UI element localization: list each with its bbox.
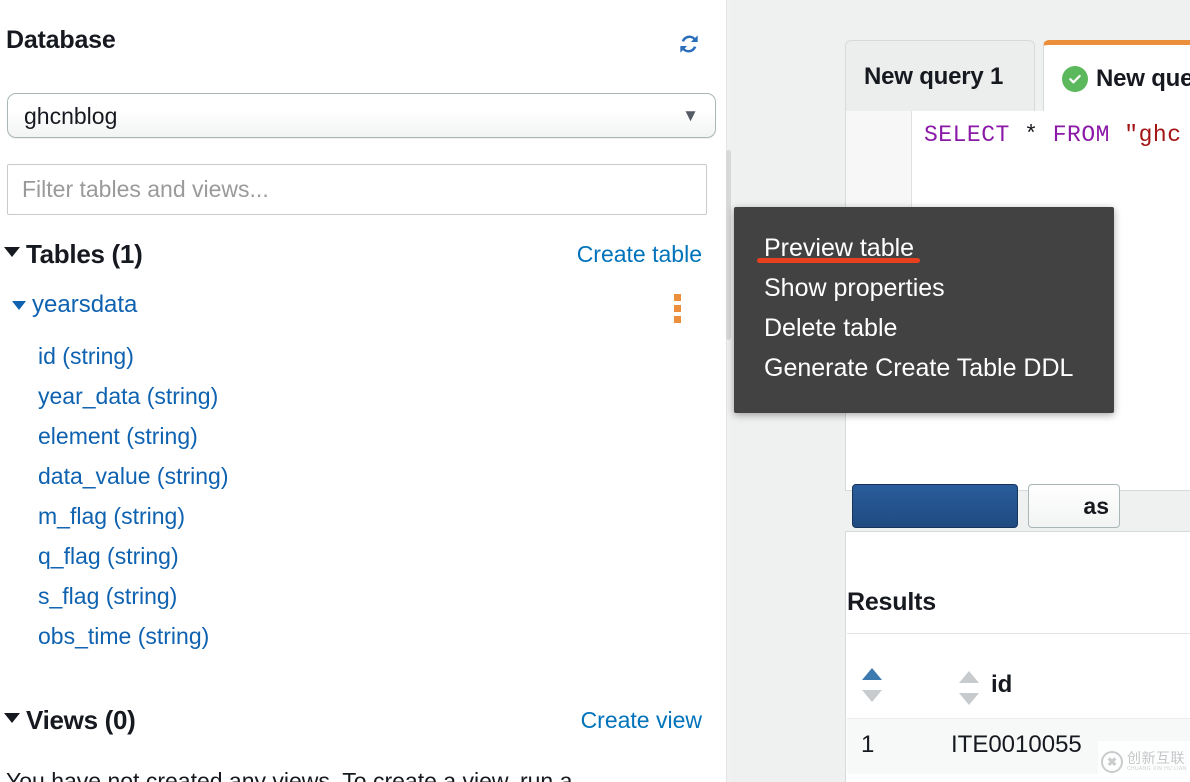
table-item-yearsdata: yearsdata (0, 291, 720, 325)
views-collapse-caret[interactable] (4, 713, 20, 723)
tables-section-header: Tables (1) Create table (0, 239, 720, 273)
watermark-cn: 创新互联 (1127, 750, 1185, 766)
tab-label: New que (1096, 64, 1190, 92)
watermark-pinyin: CHUANG XIN HU LIAN (1127, 766, 1187, 772)
table-collapse-caret[interactable] (12, 301, 26, 310)
menu-item-generate-create-table-ddl[interactable]: Generate Create Table DDL (764, 354, 1073, 392)
chevron-down-icon: ▼ (682, 106, 699, 125)
column-item[interactable]: id (string) (38, 343, 134, 370)
run-query-button[interactable] (852, 484, 1018, 528)
views-section-header: Views (0) Create view (0, 705, 720, 739)
results-title: Results (847, 588, 936, 616)
sort-control-rownum[interactable] (862, 668, 882, 702)
query-tabbar: New query 1 New que (843, 40, 1190, 112)
tab-new-query-1[interactable]: New query 1 (845, 40, 1035, 112)
tables-collapse-caret[interactable] (4, 247, 20, 257)
row-cell-id: ITE0010055 (951, 731, 1082, 758)
athena-query-editor: Database ghcnblog ▼ Tables (1) Create ta… (0, 0, 1190, 782)
views-empty-text: You have not created any views. To creat… (6, 768, 573, 782)
tab-new-query-2[interactable]: New que (1043, 40, 1190, 112)
sort-ascending-arrow-icon (959, 671, 979, 683)
sidebar-header: Database (0, 26, 720, 62)
sql-token-from: FROM (1052, 122, 1110, 148)
x-circle-icon: ✖ (1101, 750, 1123, 773)
sql-token-star: * (1009, 122, 1053, 148)
tab-label: New query 1 (864, 62, 1004, 90)
menu-item-show-properties[interactable]: Show properties (764, 274, 945, 312)
preview-table-highlight-underline (757, 258, 920, 263)
success-check-icon (1062, 65, 1088, 92)
results-divider (847, 633, 1190, 634)
tables-section-title: Tables (1) (26, 239, 143, 269)
watermark: ✖ 创新互联 CHUANG XIN HU LIAN (1098, 741, 1190, 782)
column-item[interactable]: s_flag (string) (38, 583, 177, 610)
column-item[interactable]: year_data (string) (38, 383, 218, 410)
database-sidebar: Database ghcnblog ▼ Tables (1) Create ta… (0, 0, 731, 782)
column-item[interactable]: element (string) (38, 423, 198, 450)
sql-token-space (1110, 122, 1124, 148)
create-table-link[interactable]: Create table (577, 241, 702, 268)
sql-code-line[interactable]: SELECT * FROM "ghc (924, 122, 1182, 148)
table-name-label[interactable]: yearsdata (32, 291, 137, 319)
save-as-button[interactable]: as (1028, 484, 1120, 528)
sort-descending-arrow-icon (959, 693, 979, 705)
sort-control-id[interactable] (959, 671, 979, 705)
create-view-link[interactable]: Create view (581, 707, 702, 734)
menu-item-preview-table[interactable]: Preview table (764, 234, 914, 272)
watermark-text: 创新互联 CHUANG XIN HU LIAN (1127, 751, 1187, 772)
row-number: 1 (861, 731, 875, 758)
kebab-menu-icon[interactable] (666, 291, 688, 325)
sql-token-select: SELECT (924, 122, 1010, 148)
column-item[interactable]: obs_time (string) (38, 623, 209, 650)
column-item[interactable]: m_flag (string) (38, 503, 185, 530)
column-item[interactable]: data_value (string) (38, 463, 229, 490)
filter-input[interactable] (7, 164, 707, 215)
sort-ascending-arrow-icon (862, 668, 882, 680)
menu-item-delete-table[interactable]: Delete table (764, 314, 897, 352)
table-context-menu: Preview table Show properties Delete tab… (734, 207, 1114, 413)
database-select-value: ghcnblog (24, 103, 118, 129)
views-section-title: Views (0) (26, 705, 136, 735)
column-item[interactable]: q_flag (string) (38, 543, 179, 570)
page-title: Database (6, 26, 116, 54)
sort-descending-arrow-icon (862, 690, 882, 702)
refresh-icon[interactable] (674, 29, 704, 59)
sql-token-table: "ghc (1124, 122, 1182, 148)
save-as-label: as (1083, 492, 1109, 519)
column-header-id[interactable]: id (991, 671, 1012, 699)
database-select[interactable]: ghcnblog ▼ (7, 93, 716, 138)
